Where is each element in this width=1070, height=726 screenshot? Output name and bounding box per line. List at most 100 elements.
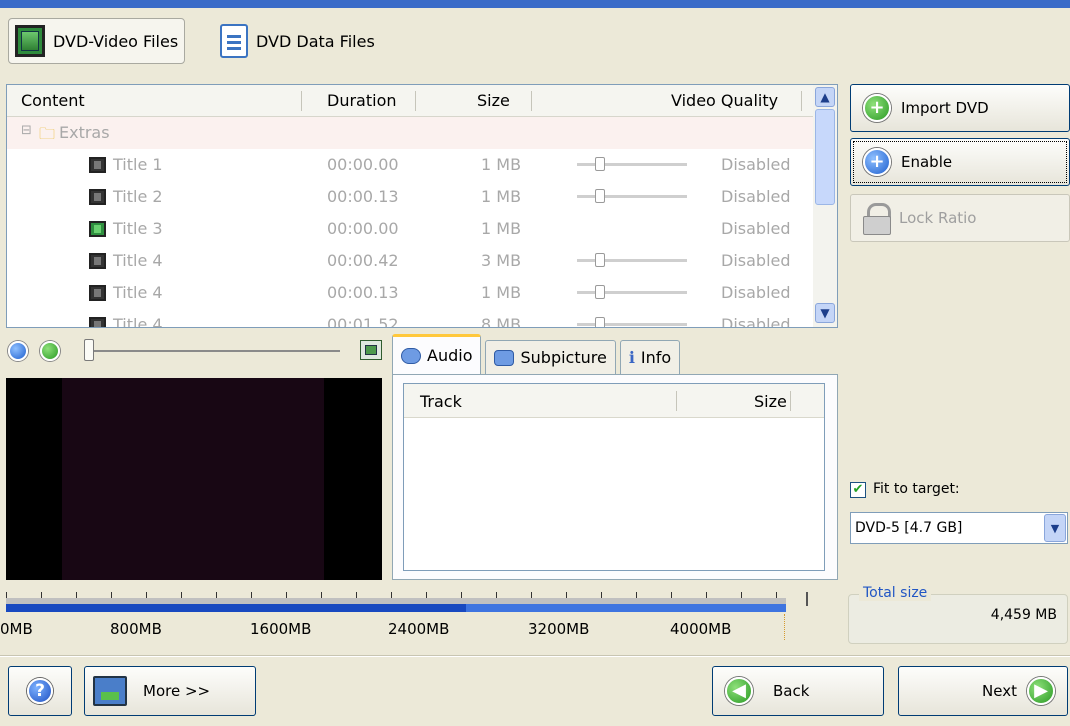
window-top-bar — [0, 0, 1070, 8]
column-duration[interactable]: Duration — [327, 91, 397, 110]
content-list[interactable]: Content Duration Size Video Quality ⊟ 🗀 … — [6, 84, 838, 328]
quality-slider-thumb[interactable] — [595, 317, 605, 327]
dvd-video-files-label: DVD-Video Files — [53, 31, 179, 51]
target-size-select[interactable]: DVD-5 [4.7 GB] ▼ — [850, 512, 1068, 544]
next-arrow-icon: ▶ — [1027, 677, 1055, 705]
target-size-value: DVD-5 [4.7 GB] — [855, 520, 963, 536]
title-size: 1 MB — [481, 187, 522, 206]
title-size: 1 MB — [481, 219, 522, 238]
next-label: Next — [982, 682, 1017, 700]
enable-label: Enable — [901, 153, 953, 171]
lock-icon — [863, 203, 891, 235]
tab-subpicture[interactable]: Subpicture — [485, 340, 616, 374]
chevron-down-icon[interactable]: ▼ — [1044, 514, 1066, 542]
column-video-quality[interactable]: Video Quality — [671, 91, 778, 110]
import-dvd-button[interactable]: + Import DVD — [850, 84, 1070, 132]
title-name: Title 4 — [113, 251, 163, 270]
title-row[interactable]: Title 3 00:00.00 1 MB Disabled — [7, 213, 813, 245]
title-duration: 00:00.13 — [327, 283, 399, 302]
title-quality: Disabled — [721, 315, 791, 328]
folder-icon: 🗀 — [39, 124, 56, 143]
subpicture-icon — [494, 349, 515, 366]
film-icon — [89, 285, 106, 301]
group-label: Extras — [59, 123, 110, 142]
column-track[interactable]: Track — [420, 392, 462, 411]
more-button[interactable]: More >> — [84, 666, 256, 716]
quality-slider-thumb[interactable] — [595, 285, 605, 299]
dvd-data-files-label: DVD Data Files — [256, 31, 375, 51]
footer-divider — [0, 656, 1070, 657]
collapse-icon[interactable]: ⊟ — [21, 123, 32, 138]
title-duration: 00:00.42 — [327, 251, 399, 270]
fit-to-target-checkbox[interactable]: ✔ — [850, 482, 866, 498]
title-row[interactable]: Title 4 00:01.52 8 MB Disabled — [7, 309, 813, 328]
scroll-up-icon[interactable]: ▲ — [815, 87, 835, 107]
capacity-label-3200: 3200MB — [528, 620, 590, 638]
quality-slider-thumb[interactable] — [595, 189, 605, 203]
quality-slider-track[interactable] — [577, 291, 687, 294]
tab-info[interactable]: ℹ Info — [619, 340, 681, 374]
audio-track-list[interactable]: Track Size — [403, 383, 825, 571]
content-list-scrollbar[interactable]: ▲ ▼ — [813, 85, 837, 327]
title-row[interactable]: Title 4 00:00.13 1 MB Disabled — [7, 277, 813, 309]
help-icon: ? — [27, 678, 53, 704]
audio-tab-pane: Track Size — [392, 374, 838, 580]
plus-icon: + — [863, 148, 891, 176]
film-icon — [15, 25, 45, 57]
lock-ratio-button[interactable]: Lock Ratio — [850, 194, 1070, 242]
total-size-label: Total size — [859, 585, 932, 601]
capacity-bar-used — [6, 604, 466, 612]
title-row[interactable]: Title 1 00:00.00 1 MB Disabled — [7, 149, 813, 181]
column-content[interactable]: Content — [21, 91, 85, 110]
back-arrow-icon: ◀ — [725, 677, 753, 705]
quality-slider-track[interactable] — [577, 323, 687, 326]
title-size: 3 MB — [481, 251, 522, 270]
title-row[interactable]: Title 2 00:00.13 1 MB Disabled — [7, 181, 813, 213]
title-name: Title 4 — [113, 315, 163, 328]
scroll-down-icon[interactable]: ▼ — [815, 303, 835, 323]
column-track-size[interactable]: Size — [754, 392, 787, 411]
film-icon — [89, 253, 106, 269]
help-button[interactable]: ? — [8, 666, 72, 716]
enable-button[interactable]: + Enable — [850, 138, 1070, 186]
group-row-extras[interactable]: ⊟ 🗀 Extras — [7, 117, 813, 149]
quality-slider-thumb[interactable] — [595, 157, 605, 171]
preview-seek-track[interactable] — [90, 350, 340, 352]
fullscreen-icon[interactable] — [360, 340, 382, 360]
capacity-meter: 0MB 800MB 1600MB 2400MB 3200MB 4000MB — [0, 588, 838, 648]
import-dvd-label: Import DVD — [901, 99, 989, 117]
scroll-thumb[interactable] — [815, 109, 835, 205]
capacity-label-2400: 2400MB — [388, 620, 450, 638]
tab-subpicture-label: Subpicture — [520, 348, 607, 367]
quality-slider-thumb[interactable] — [595, 253, 605, 267]
video-preview — [6, 378, 382, 580]
dvd-video-files-toggle[interactable]: DVD-Video Files — [8, 18, 186, 64]
quality-slider-track[interactable] — [577, 195, 687, 198]
capacity-end-marker — [806, 592, 808, 606]
back-button[interactable]: ◀ Back — [712, 666, 884, 716]
capacity-target-marker — [784, 614, 785, 640]
title-quality: Disabled — [721, 187, 791, 206]
capacity-label-800: 800MB — [110, 620, 162, 638]
title-duration: 00:00.00 — [327, 219, 399, 238]
column-size[interactable]: Size — [477, 91, 510, 110]
tab-audio[interactable]: Audio — [392, 334, 482, 374]
document-icon — [220, 24, 248, 58]
preview-seek-thumb[interactable] — [84, 339, 94, 361]
content-rows: ⊟ 🗀 Extras Title 1 00:00.00 1 MB Disabled Ti… — [7, 117, 813, 328]
film-icon — [89, 221, 106, 237]
film-icon — [89, 157, 106, 173]
title-duration: 00:01.52 — [327, 315, 399, 328]
quality-slider-track[interactable] — [577, 259, 687, 262]
detail-tabs: Audio Subpicture ℹ Info — [392, 334, 681, 376]
quality-slider-track[interactable] — [577, 163, 687, 166]
next-button[interactable]: Next ▶ — [898, 666, 1068, 716]
play-icon[interactable] — [40, 341, 60, 361]
dvd-data-files-toggle[interactable]: DVD Data Files — [214, 18, 381, 64]
title-row[interactable]: Title 4 00:00.42 3 MB Disabled — [7, 245, 813, 277]
film-icon — [89, 189, 106, 205]
title-name: Title 1 — [113, 155, 163, 174]
stop-icon[interactable] — [8, 341, 28, 361]
title-quality: Disabled — [721, 283, 791, 302]
capacity-label-1600: 1600MB — [250, 620, 312, 638]
